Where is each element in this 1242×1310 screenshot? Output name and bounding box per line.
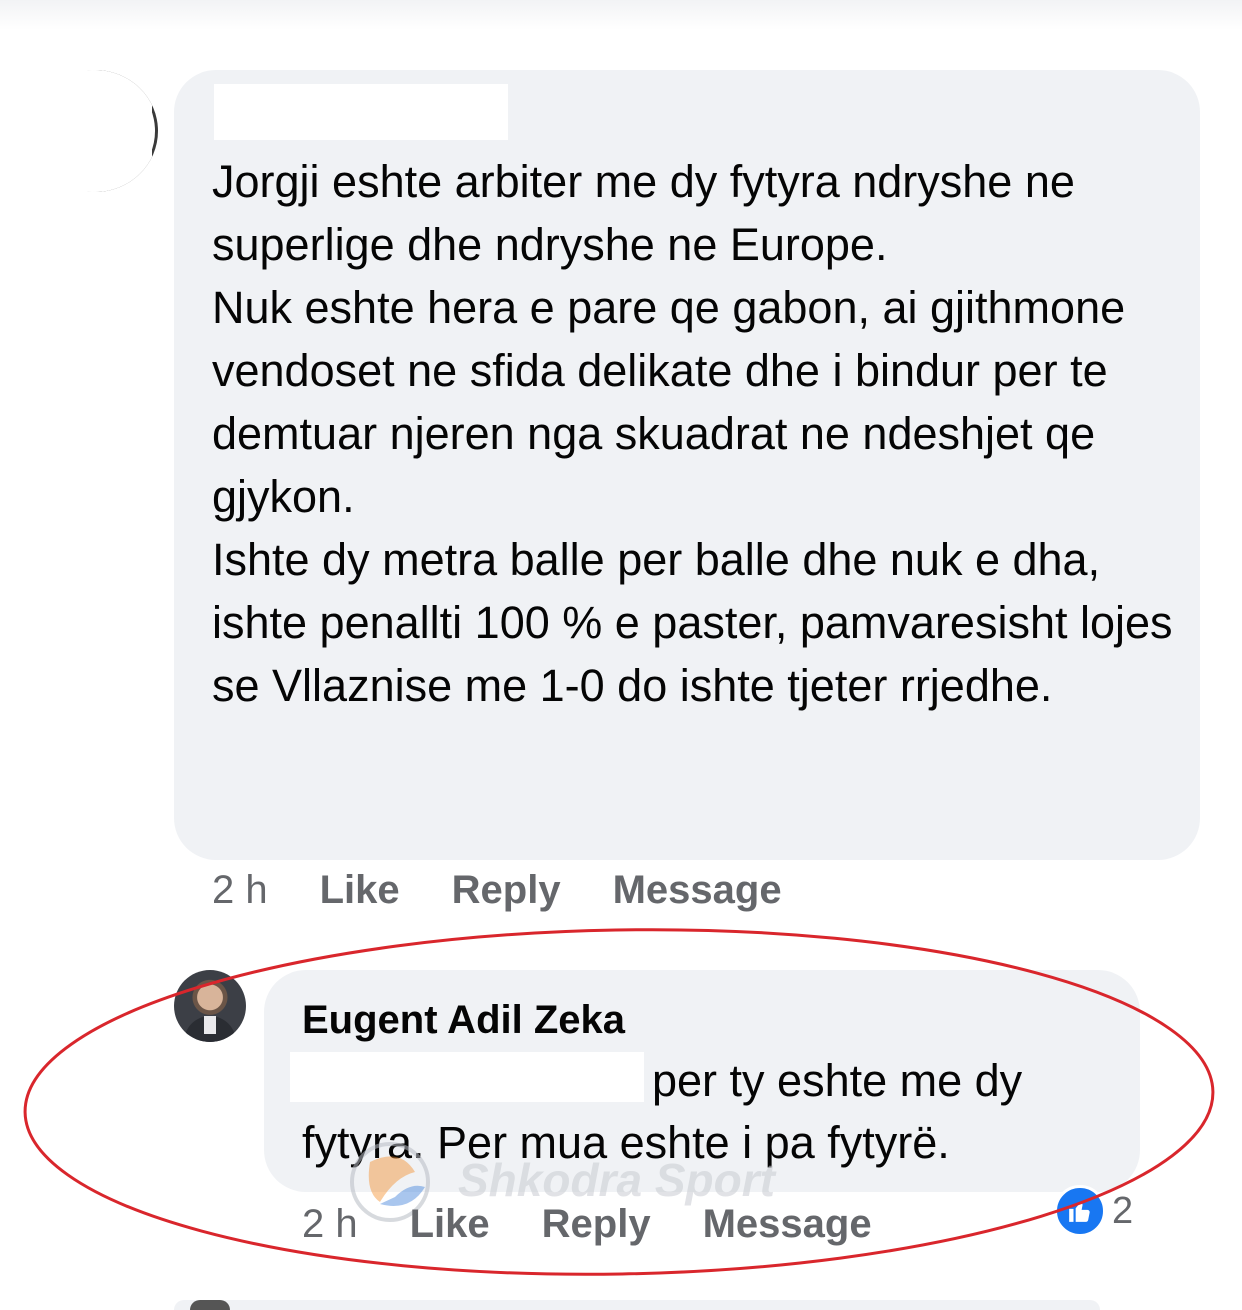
comment-text: Jorgji eshte arbiter me dy fytyra ndrysh… (212, 156, 1173, 711)
reply-timestamp[interactable]: 2 h (302, 1202, 358, 1247)
redacted-author-name (214, 84, 508, 140)
reply-button[interactable]: Reply (542, 1202, 651, 1247)
comment-actions: 2 h Like Reply Message (212, 868, 782, 913)
thumbs-up-glyph (1069, 1202, 1090, 1222)
like-button[interactable]: Like (410, 1202, 490, 1247)
redaction-block (32, 70, 152, 192)
top-edge (0, 0, 1242, 30)
comment-author[interactable]: Eugent Adil Zeka (302, 996, 625, 1044)
next-comment-avatar (190, 1300, 230, 1310)
reaction-count: 2 (1112, 1189, 1134, 1232)
next-comment-bubble (174, 1300, 1100, 1310)
message-button[interactable]: Message (613, 868, 782, 913)
comment-timestamp[interactable]: 2 h (212, 868, 268, 913)
like-button[interactable]: Like (320, 868, 400, 913)
reply-actions: 2 h Like Reply Message (302, 1202, 872, 1247)
avatar[interactable] (32, 70, 158, 192)
avatar[interactable] (174, 970, 246, 1042)
thumbs-up-icon (1054, 1185, 1106, 1237)
reaction-summary[interactable]: 2 (1054, 1185, 1134, 1237)
watermark-text: Shkodra Sport (458, 1154, 777, 1206)
avatar-collar (204, 1016, 216, 1034)
reply-button[interactable]: Reply (452, 868, 561, 913)
message-button[interactable]: Message (703, 1202, 872, 1247)
